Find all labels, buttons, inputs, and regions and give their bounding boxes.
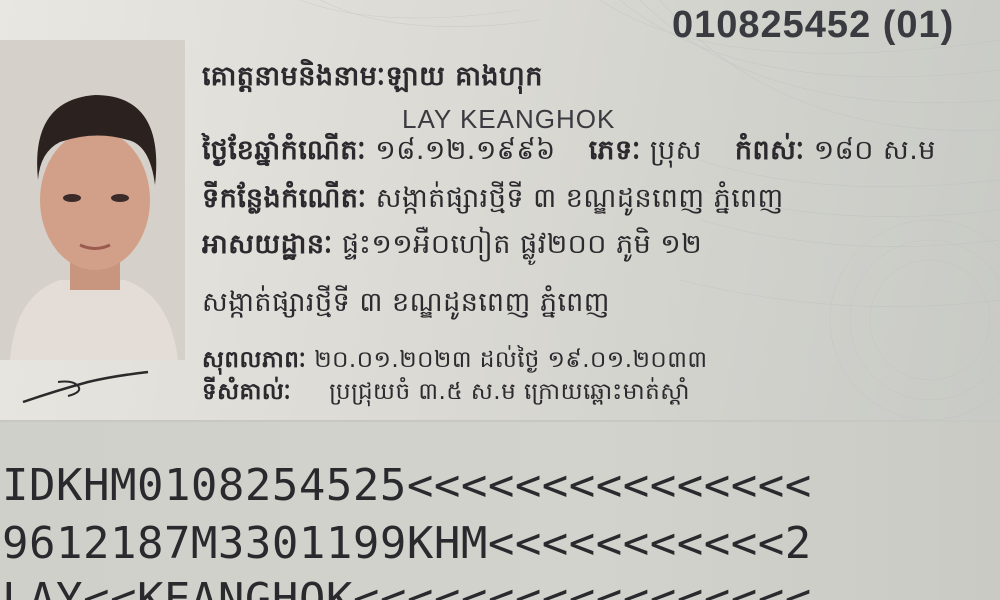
- address-row-2: សង្កាត់ផ្សារថ្មីទី ៣ ខណ្ឌដូនពេញ ភ្នំពេញ: [202, 286, 610, 325]
- holder-photo: [0, 40, 185, 360]
- height-label: កំពស់ៈ: [734, 135, 805, 166]
- pob-value: សង្កាត់ផ្សារថ្មីទី ៣ ខណ្ឌដូនពេញ ភ្នំពេញ: [375, 183, 784, 214]
- marks-label: ទីសំគាល់ៈ: [202, 379, 292, 405]
- name-row: គោត្តនាមនិងនាមៈឡាយ គាងហុក: [202, 60, 543, 99]
- latin-name: LAY KEANGHOK: [402, 104, 616, 134]
- id-card: 010825452 (01) គោត្តនាមនិងនាមៈឡាយ គាងហុក…: [0, 0, 1000, 600]
- validity-row: សុពលភាពៈ ២០.០១.២០២៣ ដល់ថ្ងៃ ១៩.០១.២០៣៣: [202, 346, 708, 379]
- address-row: អាសយដ្ឋានៈ ផ្ទះ១១អឺ០ហៀត ផ្លូវ២០០ ភូមិ ១២: [202, 228, 702, 267]
- document-number: 010825452 (01): [672, 4, 955, 46]
- validity-value: ២០.០១.២០២៣ ដល់ថ្ងៃ ១៩.០១.២០៣៣: [314, 347, 708, 373]
- dob-row: ថ្ងៃខែឆ្នាំកំណើតៈ ១៨.១២.១៩៩៦ ភេទៈ ប្រុស …: [202, 134, 936, 173]
- validity-label: សុពលភាពៈ: [202, 347, 307, 373]
- mrz-line-1: IDKHM0108254525<<<<<<<<<<<<<<<: [2, 460, 812, 511]
- marks-row: ទីសំគាល់ៈ ប្រជ្រុយចំ ៣.៥ ស.ម ក្រោយឆ្ពោះម…: [202, 378, 690, 411]
- pob-label: ទីកន្លែងកំណើតៈ: [202, 183, 367, 214]
- signature: [22, 370, 149, 404]
- mrz-zone: IDKHM0108254525<<<<<<<<<<<<<<< 9612187M3…: [0, 420, 1000, 600]
- name-label: គោត្តនាមនិងនាមៈ: [202, 61, 386, 92]
- mrz-line-3: LAY<<KEANGHOK<<<<<<<<<<<<<<<<<: [2, 574, 812, 600]
- height-value: ១៨០ ស.ម: [813, 135, 936, 166]
- address-value-2: សង្កាត់ផ្សារថ្មីទី ៣ ខណ្ឌដូនពេញ ភ្នំពេញ: [202, 287, 610, 318]
- pob-row: ទីកន្លែងកំណើតៈ សង្កាត់ផ្សារថ្មីទី ៣ ខណ្ឌ…: [202, 182, 784, 221]
- address-label: អាសយដ្ឋានៈ: [202, 229, 333, 260]
- sex-label: ភេទៈ: [588, 135, 641, 166]
- name-value: ឡាយ គាងហុក: [385, 61, 543, 92]
- dob-value: ១៨.១២.១៩៩៦: [375, 135, 556, 166]
- address-value: ផ្ទះ១១អឺ០ហៀត ផ្លូវ២០០ ភូមិ ១២: [341, 229, 703, 260]
- marks-value: ប្រជ្រុយចំ ៣.៥ ស.ម ក្រោយឆ្ពោះមាត់ស្តាំ: [329, 379, 690, 405]
- mrz-line-2: 9612187M3301199KHM<<<<<<<<<<<2: [2, 518, 812, 569]
- dob-label: ថ្ងៃខែឆ្នាំកំណើតៈ: [202, 135, 367, 166]
- sex-value: ប្រុស: [649, 135, 702, 166]
